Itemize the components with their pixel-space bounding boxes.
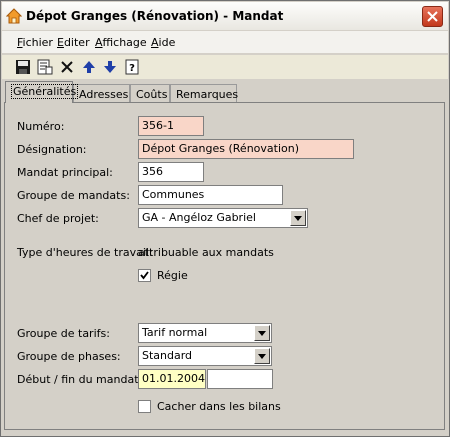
house-icon [5,8,23,24]
menu-aide[interactable]: Aide [151,36,175,49]
tab-remarques[interactable]: Remarques [170,84,238,102]
title-bar[interactable]: Dépot Granges (Rénovation) - Mandat [2,2,448,30]
save-icon[interactable] [15,59,31,75]
mandat-principal-field[interactable]: 356 [138,162,204,182]
menu-fichier[interactable]: Fichier [17,36,53,49]
chef-projet-value: GA - Angéloz Gabriel [142,211,256,224]
type-heures-label: Type d'heures de travail: [17,246,153,259]
checkmark-icon [140,271,149,280]
mandat-window: Dépot Granges (Rénovation) - Mandat Fich… [0,0,450,437]
tab-generalites[interactable]: Généralités [5,81,79,103]
regie-checkbox[interactable] [138,269,151,282]
close-button[interactable] [422,6,443,27]
arrow-up-icon[interactable] [81,59,97,75]
type-heures-value: attribuable aux mandats [138,246,274,259]
groupe-phases-value: Standard [142,349,193,362]
delete-icon[interactable] [59,59,75,75]
groupe-mandats-label: Groupe de mandats: [17,189,130,202]
tab-adresses[interactable]: Adresses [73,84,130,102]
close-icon [427,11,438,22]
chevron-down-icon[interactable] [254,325,270,341]
groupe-phases-label: Groupe de phases: [17,350,121,363]
svg-text:?: ? [129,63,135,74]
regie-label: Régie [157,269,188,282]
debut-fin-label: Début / fin du mandat: [17,373,143,386]
cacher-bilans-label: Cacher dans les bilans [157,400,281,413]
cacher-bilans-checkbox[interactable] [138,400,151,413]
groupe-tarifs-label: Groupe de tarifs: [17,327,110,340]
debut-mandat-field[interactable]: 01.01.2004 [138,369,206,389]
groupe-tarifs-select[interactable]: Tarif normal [138,323,272,343]
window-title: Dépot Granges (Rénovation) - Mandat [26,9,284,23]
chevron-down-icon[interactable] [254,348,270,364]
designation-label: Désignation: [17,143,87,156]
groupe-phases-select[interactable]: Standard [138,346,272,366]
arrow-down-icon[interactable] [102,59,118,75]
menu-bar: Fichier Editer Affichage Aide [2,31,448,53]
groupe-mandats-field[interactable]: Communes [138,185,283,205]
chef-projet-label: Chef de projet: [17,212,99,225]
numero-label: Numéro: [17,120,65,133]
properties-icon[interactable] [37,59,53,75]
numero-field[interactable]: 356-1 [138,116,204,136]
help-icon[interactable]: ? [124,59,140,75]
designation-field[interactable]: Dépot Granges (Rénovation) [138,139,354,159]
tab-couts[interactable]: Coûts [130,84,170,102]
chef-projet-select[interactable]: GA - Angéloz Gabriel [138,208,308,228]
mandat-principal-label: Mandat principal: [17,166,113,179]
menu-editer[interactable]: Editer [57,36,90,49]
fin-mandat-field[interactable] [207,369,273,389]
toolbar: ? [2,55,448,79]
groupe-tarifs-value: Tarif normal [142,326,208,339]
chevron-down-icon[interactable] [290,210,306,226]
menu-affichage[interactable]: Affichage [95,36,147,49]
